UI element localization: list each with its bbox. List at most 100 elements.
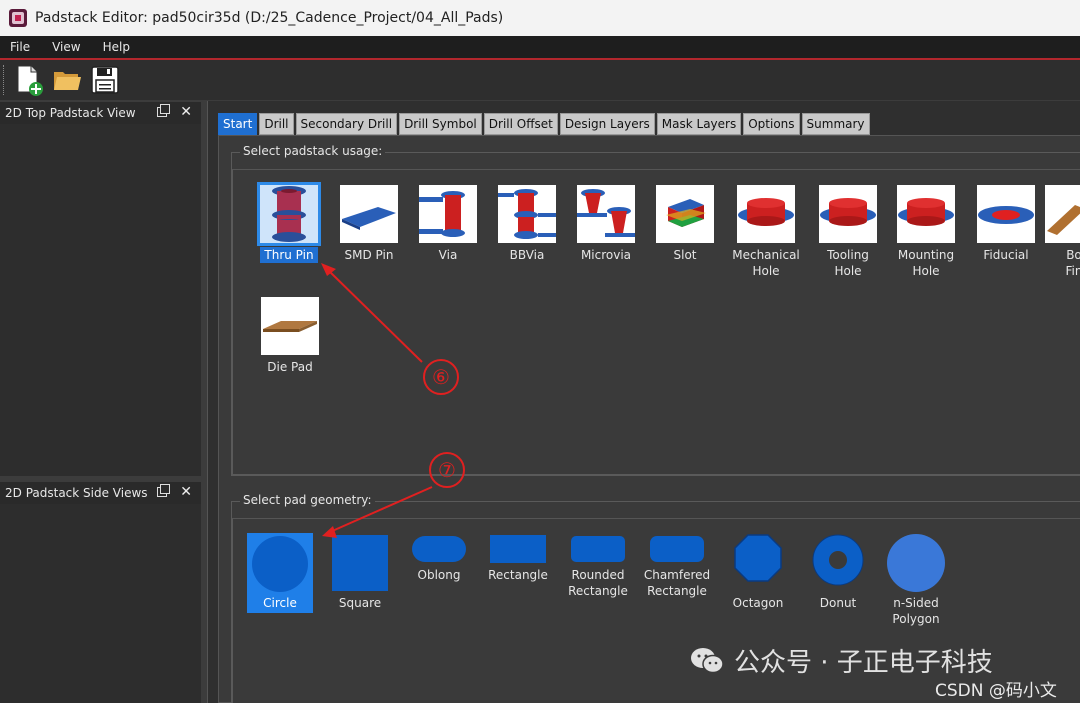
csdn-watermark: CSDN @码小文 [935,681,1057,701]
usage-smd-pin[interactable]: SMD Pin [329,185,409,263]
wechat-icon [690,647,724,675]
die-pad-icon [261,297,319,355]
menu-view[interactable]: View [52,40,80,54]
usage-label: BBVia [509,248,545,262]
annotation-step-7: ⑦ [429,452,465,488]
polygon-icon [883,533,949,593]
usage-group: Select padstack usage: Thru Pin SMD Pin … [231,144,1080,476]
side-views-dock-label: 2D Padstack Side Views [5,486,148,500]
side-views-dock-title: 2D Padstack Side Views ✕ [0,482,201,504]
tab-summary[interactable]: Summary [801,113,870,135]
toolbar [0,60,1080,100]
toolbar-grip[interactable] [3,65,6,95]
usage-label: Bo Fin [1065,248,1080,278]
new-icon[interactable] [14,64,44,96]
mounting-hole-icon [897,185,955,243]
chamfered-rectangle-icon [644,533,710,565]
top-view-panel [0,124,201,476]
geometry-label: Oblong [417,568,461,582]
geometry-label: Square [338,596,382,610]
float-icon[interactable] [157,104,170,117]
usage-mounting-hole[interactable]: Mounting Hole [886,185,966,279]
watermark-text: 公众号 · 子正电子科技 [734,648,993,678]
app-icon [9,9,27,27]
top-view-dock-label: 2D Top Padstack View [5,106,136,120]
octagon-icon [725,533,791,583]
usage-slot[interactable]: Slot [645,185,725,263]
geometry-rectangle[interactable]: Rectangle [485,533,551,583]
usage-bbvia[interactable]: BBVia [487,185,567,263]
watermark: 公众号 · 子正电子科技 [690,642,993,679]
usage-label: Mounting Hole [897,248,955,278]
float-icon[interactable] [157,484,170,497]
geometry-label: Rounded Rectangle [568,568,628,598]
slot-icon [656,185,714,243]
usage-board-fiducial[interactable]: Bo Fin [1045,185,1080,279]
top-view-dock-title: 2D Top Padstack View ✕ [0,102,201,124]
tab-drill-symbol[interactable]: Drill Symbol [399,113,482,135]
menu-file[interactable]: File [10,40,30,54]
usage-label: Die Pad [267,360,313,374]
tab-bar: Start Drill Secondary Drill Drill Symbol… [218,113,872,135]
geometry-label: Donut [819,596,857,610]
geometry-donut[interactable]: Donut [805,533,871,611]
tab-design-layers[interactable]: Design Layers [559,113,655,135]
geometry-label: Chamfered Rectangle [643,568,711,598]
geometry-octagon[interactable]: Octagon [725,533,791,611]
smd-pin-icon [340,185,398,243]
usage-microvia[interactable]: Microvia [566,185,646,263]
usage-thru-pin[interactable]: Thru Pin [249,182,329,263]
geometry-label: Circle [263,596,297,610]
geometry-label: Rectangle [488,568,548,582]
tab-drill[interactable]: Drill [259,113,294,135]
annotation-step-6: ⑥ [423,359,459,395]
usage-label: Via [438,248,458,262]
start-tab-content: Select padstack usage: Thru Pin SMD Pin … [218,135,1080,703]
geometry-oblong[interactable]: Oblong [406,533,472,583]
usage-via[interactable]: Via [408,185,488,263]
tab-options[interactable]: Options [743,113,800,135]
usage-label: Mechanical Hole [732,248,800,278]
tab-mask-layers[interactable]: Mask Layers [656,113,742,135]
geometry-chamfered-rectangle[interactable]: Chamfered Rectangle [639,533,715,599]
board-fiducial-icon [1045,185,1080,243]
usage-fiducial[interactable]: Fiducial [966,185,1046,263]
open-folder-icon[interactable] [52,64,82,96]
geometry-n-sided-polygon[interactable]: n-Sided Polygon [883,533,949,627]
via-icon [419,185,477,243]
oblong-icon [406,533,472,565]
usage-list: Thru Pin SMD Pin Via BBVia Microvia Slot… [232,169,1080,475]
usage-label: Fiducial [983,248,1029,262]
tab-start[interactable]: Start [218,113,258,135]
usage-label: SMD Pin [344,248,394,262]
square-icon [327,533,393,593]
tab-drill-offset[interactable]: Drill Offset [483,113,558,135]
close-icon[interactable]: ✕ [180,484,192,500]
bbvia-icon [498,185,556,243]
mechanical-hole-icon [737,185,795,243]
save-icon[interactable] [90,64,120,96]
usage-die-pad[interactable]: Die Pad [250,297,330,375]
geometry-circle[interactable]: Circle [247,533,313,613]
geometry-group-label: Select pad geometry: [240,493,375,507]
tooling-hole-icon [819,185,877,243]
rounded-rectangle-icon [565,533,631,565]
usage-label: Microvia [580,248,632,262]
geometry-label: Octagon [732,596,784,610]
close-icon[interactable]: ✕ [180,104,192,120]
usage-label: Thru Pin [260,247,318,263]
geometry-rounded-rectangle[interactable]: Rounded Rectangle [563,533,633,599]
side-views-panel [0,504,201,703]
usage-mechanical-hole[interactable]: Mechanical Hole [726,185,806,279]
title-bar: Padstack Editor: pad50cir35d (D:/25_Cade… [0,0,1080,36]
tab-secondary-drill[interactable]: Secondary Drill [295,113,398,135]
editor-main: Start Drill Secondary Drill Drill Symbol… [207,101,1080,703]
menu-help[interactable]: Help [103,40,130,54]
circle-icon [247,533,313,593]
usage-tooling-hole[interactable]: Tooling Hole [808,185,888,279]
microvia-icon [577,185,635,243]
menu-bar: File View Help [0,36,1080,60]
fiducial-icon [977,185,1035,243]
thru-pin-icon [257,182,321,246]
geometry-square[interactable]: Square [327,533,393,611]
